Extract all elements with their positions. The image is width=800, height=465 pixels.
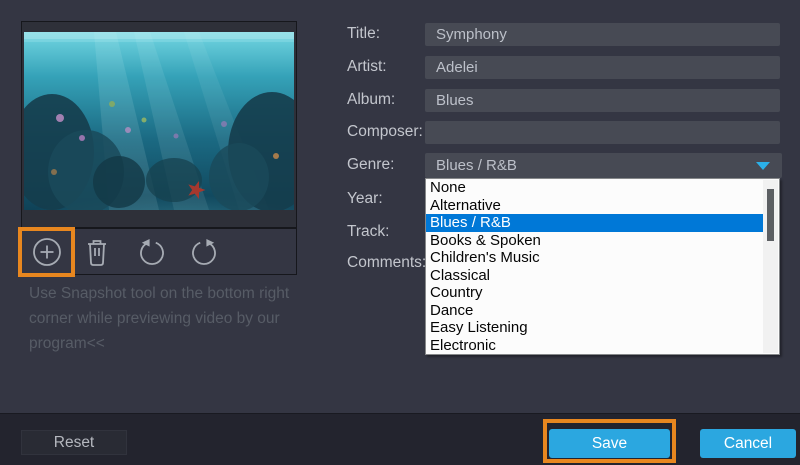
track-label: Track: xyxy=(347,223,389,241)
snapshot-toolbar xyxy=(21,228,297,275)
delete-trash-icon[interactable] xyxy=(83,236,111,268)
genre-option[interactable]: Alternative xyxy=(426,197,763,215)
cancel-button[interactable]: Cancel xyxy=(700,429,796,458)
chevron-down-icon xyxy=(756,162,770,170)
footer-bar: Reset xyxy=(0,413,800,465)
snapshot-hint-text: Use Snapshot tool on the bottom right co… xyxy=(29,281,293,356)
genre-option[interactable]: Electronic xyxy=(426,337,763,355)
artist-label: Artist: xyxy=(347,58,387,76)
reset-button[interactable]: Reset xyxy=(21,430,127,455)
metadata-editor-dialog: Use Snapshot tool on the bottom right co… xyxy=(0,0,800,465)
video-preview-frame xyxy=(21,21,297,228)
rotate-right-icon[interactable] xyxy=(187,235,221,269)
add-snapshot-icon[interactable] xyxy=(30,235,64,269)
album-label: Album: xyxy=(347,91,395,109)
composer-input[interactable] xyxy=(425,121,780,144)
video-thumbnail xyxy=(24,32,294,210)
genre-option[interactable]: Easy Listening xyxy=(426,319,763,337)
comments-label: Comments: xyxy=(347,254,426,272)
genre-option[interactable]: Dance xyxy=(426,302,763,320)
save-button[interactable]: Save xyxy=(549,429,670,458)
genre-select[interactable]: Blues / R&B xyxy=(425,153,782,178)
title-input[interactable] xyxy=(425,23,780,46)
composer-label: Composer: xyxy=(347,123,423,141)
album-input[interactable] xyxy=(425,89,780,112)
genre-selected-value: Blues / R&B xyxy=(436,157,517,174)
genre-label: Genre: xyxy=(347,156,394,174)
dropdown-scrollbar[interactable] xyxy=(763,180,778,353)
genre-option[interactable]: Country xyxy=(426,284,763,302)
title-label: Title: xyxy=(347,25,380,43)
artist-input[interactable] xyxy=(425,56,780,79)
genre-dropdown-list: None Alternative Blues / R&B Books & Spo… xyxy=(425,178,780,355)
genre-option[interactable]: Books & Spoken xyxy=(426,232,763,250)
genre-option[interactable]: Classical xyxy=(426,267,763,285)
dropdown-scrollbar-thumb[interactable] xyxy=(767,189,774,241)
genre-option[interactable]: None xyxy=(426,179,763,197)
genre-option-selected[interactable]: Blues / R&B xyxy=(426,214,763,232)
year-label: Year: xyxy=(347,190,383,208)
genre-option[interactable]: Children's Music xyxy=(426,249,763,267)
rotate-left-icon[interactable] xyxy=(135,235,169,269)
